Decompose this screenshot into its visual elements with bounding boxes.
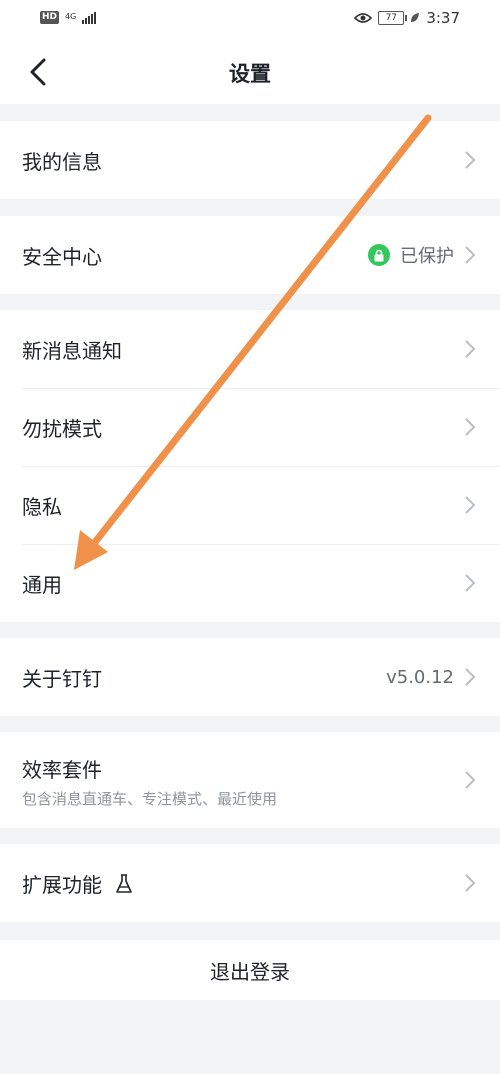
row-label: 隐私	[22, 494, 62, 519]
row-right	[464, 150, 476, 170]
row-label: 通用	[22, 572, 62, 597]
row-privacy[interactable]: 隐私	[0, 466, 500, 544]
leaf-icon	[411, 13, 420, 22]
clock: 3:37	[426, 9, 460, 27]
row-label: 新消息通知	[22, 338, 122, 363]
settings-group-extensions: 扩展功能	[0, 844, 500, 922]
status-bar: HD 4G 77 3:37	[0, 0, 500, 38]
row-right	[464, 417, 476, 437]
chevron-right-icon	[465, 340, 476, 358]
logout-label: 退出登录	[210, 959, 290, 984]
row-right: 已保护	[368, 242, 476, 268]
chevron-right-icon	[465, 874, 476, 892]
chevron-right-icon	[465, 574, 476, 592]
hd-badge: HD	[40, 10, 60, 24]
chevron-right-icon	[465, 418, 476, 436]
row-do-not-disturb[interactable]: 勿扰模式	[0, 388, 500, 466]
settings-group-about: 关于钉钉 v5.0.12	[0, 638, 500, 716]
row-my-info[interactable]: 我的信息	[0, 121, 500, 199]
row-label: 安全中心	[22, 244, 102, 269]
row-right	[464, 873, 476, 893]
page-title: 设置	[229, 62, 271, 86]
row-right: v5.0.12	[386, 667, 476, 688]
row-general[interactable]: 通用	[0, 544, 500, 622]
network-type: 4G	[65, 12, 77, 21]
chevron-right-icon	[465, 496, 476, 514]
battery-icon: 77	[378, 11, 408, 25]
row-label-text: 扩展功能	[22, 872, 102, 897]
status-right: 77 3:37	[354, 9, 460, 27]
row-label: 我的信息	[22, 149, 102, 174]
logout-group: 退出登录	[0, 940, 500, 1000]
row-label: 扩展功能	[22, 869, 134, 898]
chevron-right-icon	[465, 771, 476, 789]
status-left: HD 4G	[40, 10, 97, 24]
row-sublabel: 包含消息直通车、专注模式、最近使用	[22, 790, 278, 808]
row-label: 关于钉钉	[22, 666, 102, 691]
settings-group-account: 我的信息	[0, 121, 500, 199]
flask-icon	[116, 873, 133, 893]
row-right	[464, 770, 476, 790]
row-right	[464, 339, 476, 359]
row-right	[464, 573, 476, 593]
settings-group-general: 新消息通知 勿扰模式 隐私 通用	[0, 310, 500, 622]
row-extensions[interactable]: 扩展功能	[0, 844, 500, 922]
chevron-right-icon	[465, 668, 476, 686]
nav-bar: 设置	[0, 38, 500, 104]
signal-icon	[82, 10, 97, 24]
row-security-center[interactable]: 安全中心 已保护	[0, 216, 500, 294]
row-right	[464, 495, 476, 515]
logout-button[interactable]: 退出登录	[0, 940, 500, 1000]
row-label: 效率套件	[22, 758, 102, 782]
eye-comfort-icon	[354, 13, 373, 23]
row-label: 勿扰模式	[22, 416, 102, 441]
network-indicator: 4G	[65, 13, 76, 21]
lock-icon	[368, 244, 390, 266]
chevron-right-icon	[465, 151, 476, 169]
row-about[interactable]: 关于钉钉 v5.0.12	[0, 638, 500, 716]
row-efficiency-suite[interactable]: 效率套件 包含消息直通车、专注模式、最近使用	[0, 732, 500, 828]
security-status: 已保护	[400, 246, 454, 267]
app-version: v5.0.12	[386, 666, 454, 688]
chevron-right-icon	[465, 246, 476, 264]
settings-group-efficiency: 效率套件 包含消息直通车、专注模式、最近使用	[0, 732, 500, 828]
settings-group-security: 安全中心 已保护	[0, 216, 500, 294]
row-new-message-notification[interactable]: 新消息通知	[0, 310, 500, 388]
